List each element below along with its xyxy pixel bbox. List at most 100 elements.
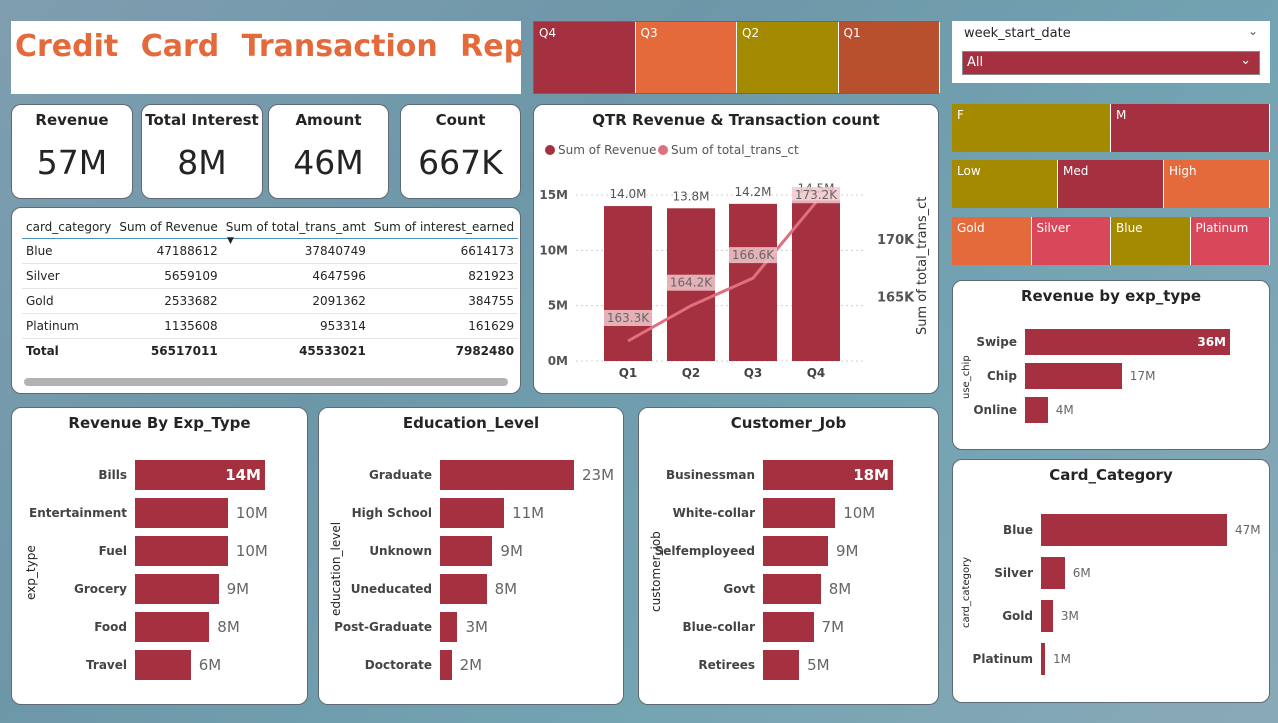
qtr-chart: Sum of Revenue Sum of total_trans_ct 15M 10… [539, 143, 930, 380]
bar[interactable] [440, 574, 487, 604]
bar-category-label: Swipe [976, 335, 1017, 349]
bar-category-label: Chip [986, 369, 1017, 383]
bar[interactable] [135, 574, 219, 604]
income-slicer: Low Med High [952, 160, 1270, 208]
education-chart: Education_Level education_level Graduate 23… [318, 407, 624, 705]
bar[interactable] [440, 498, 505, 528]
table-cell: 37840749 [221, 238, 370, 264]
bar-value-label: 1M [1053, 652, 1071, 666]
bar-category-label: Food [94, 620, 127, 634]
kpi-label: Amount [295, 111, 362, 129]
bar[interactable] [763, 612, 814, 642]
panel-title: Education_Level [402, 414, 540, 432]
line-data-label: 164.2K [670, 276, 713, 290]
slicer-tile[interactable]: Q2 [737, 22, 839, 93]
column-header[interactable]: card_category [22, 218, 116, 239]
bar-value-label: 9M [226, 580, 250, 598]
bar[interactable] [135, 536, 228, 566]
horizontal-scrollbar[interactable] [24, 378, 508, 386]
panel-title: Revenue by exp_type [1020, 287, 1202, 305]
bar-category-label: White-collar [672, 506, 755, 520]
bar[interactable] [440, 536, 493, 566]
bar[interactable] [135, 650, 191, 680]
slicer-tile[interactable]: Platinum [1190, 217, 1270, 265]
bar[interactable] [135, 612, 210, 642]
exp-type-chart: Revenue By Exp_Type exp_type Bills 14M Enter… [11, 407, 308, 705]
bar-value-label: 7M [821, 618, 845, 636]
x-tick-label: Q1 [619, 366, 638, 380]
x-tick-label: Q4 [807, 366, 826, 380]
bar-category-label: Govt [723, 582, 755, 596]
bar-category-label: Graduate [369, 468, 432, 482]
bar[interactable] [1025, 397, 1048, 423]
bar-category-label: Online [973, 403, 1017, 417]
slicer-tile[interactable]: Silver [1031, 217, 1111, 265]
title-banner: Credit Card Transaction Report [11, 21, 521, 94]
slicer-tile[interactable]: Low [952, 160, 1058, 208]
table-cell: 5659109 [115, 263, 222, 289]
legend-trans-icon [658, 145, 668, 155]
use-chip-chart: Revenue by exp_type use_chip Swipe 36M Chip 1… [952, 280, 1270, 450]
table-row: Silver 5659109 4647596 821923 [22, 263, 519, 289]
slicer-tile[interactable]: Q3 [635, 22, 737, 93]
bar-value-label: 17M [1129, 369, 1156, 383]
table-cell: Platinum [22, 313, 116, 339]
gender-slicer: FM [952, 104, 1270, 152]
bar-category-label: Retirees [698, 658, 755, 672]
slicer-tile[interactable]: Gold [952, 217, 1032, 265]
quarter-slicer: Q4 Q3 Q2 Q1 [533, 21, 940, 94]
table-cell: Silver [22, 263, 116, 289]
y-tick-label: 15M [539, 188, 568, 202]
bar[interactable] [440, 650, 452, 680]
chevron-down-icon[interactable]: ⌄ [1248, 24, 1258, 38]
bar[interactable] [1041, 600, 1053, 632]
bar[interactable] [763, 536, 828, 566]
bar[interactable] [1041, 643, 1045, 675]
bar-value-label: 11M [512, 504, 545, 522]
bar[interactable] [440, 460, 574, 490]
bar-value-label: 47M [1235, 523, 1261, 537]
bar[interactable] [1041, 514, 1227, 546]
bar-category-label: Bills [98, 468, 127, 482]
bar-value-label: 6M [198, 656, 222, 674]
bar[interactable] [135, 498, 228, 528]
slicer-tile[interactable]: Blue [1111, 217, 1191, 265]
legend-trans-label: Sum of total_trans_ct [671, 143, 799, 157]
bar[interactable] [440, 612, 458, 642]
report-title: Credit Card Transaction Report [15, 29, 521, 64]
slicer-tile[interactable]: Q1 [838, 22, 940, 93]
week-dropdown[interactable]: All ⌄ [962, 51, 1260, 75]
week-slicer-label: week_start_date [964, 26, 1071, 41]
kpi-card: Revenue 57M [11, 104, 133, 199]
bar[interactable] [763, 574, 821, 604]
bar[interactable] [763, 650, 800, 680]
y-tick-label: 0M [548, 354, 568, 368]
bar-value-label: 10M [235, 504, 268, 522]
bar[interactable] [1025, 363, 1122, 389]
slicer-tile[interactable]: M [1111, 104, 1270, 152]
kpi-value: 46M [293, 143, 364, 182]
column-header[interactable]: Sum of Revenue [115, 218, 222, 239]
line-data-label: 163.3K [607, 311, 650, 325]
slicer-tile[interactable]: Q4 [534, 22, 636, 93]
sort-arrow-icon[interactable]: ▼ [227, 236, 234, 246]
slicer-tile[interactable]: High [1164, 160, 1270, 208]
bar-value-label: 2M [459, 656, 483, 674]
bar-value-label: 10M [235, 542, 268, 560]
table-total-cell: Total [22, 338, 116, 364]
panel-title: Revenue By Exp_Type [68, 414, 251, 432]
column-header[interactable]: Sum of total_trans_amt [221, 218, 370, 239]
table-cell: 161629 [369, 313, 519, 339]
week-slicer: week_start_date ⌄ All ⌄ [952, 21, 1270, 83]
table-cell: 821923 [369, 263, 519, 289]
slicer-tile[interactable]: Med [1058, 160, 1164, 208]
panel-title: Customer_Job [730, 414, 847, 432]
bar[interactable] [1041, 557, 1065, 589]
card-category-chart: Card_Category card_category Blue 47M Silver 6… [952, 459, 1270, 703]
panel-title: Card_Category [1049, 466, 1173, 484]
y2-tick-label: 165K [877, 291, 915, 306]
slicer-tile[interactable]: F [952, 104, 1111, 152]
bar-value-label: 6M [1072, 566, 1091, 580]
bar[interactable] [763, 498, 836, 528]
column-header[interactable]: Sum of interest_earned [369, 218, 519, 239]
